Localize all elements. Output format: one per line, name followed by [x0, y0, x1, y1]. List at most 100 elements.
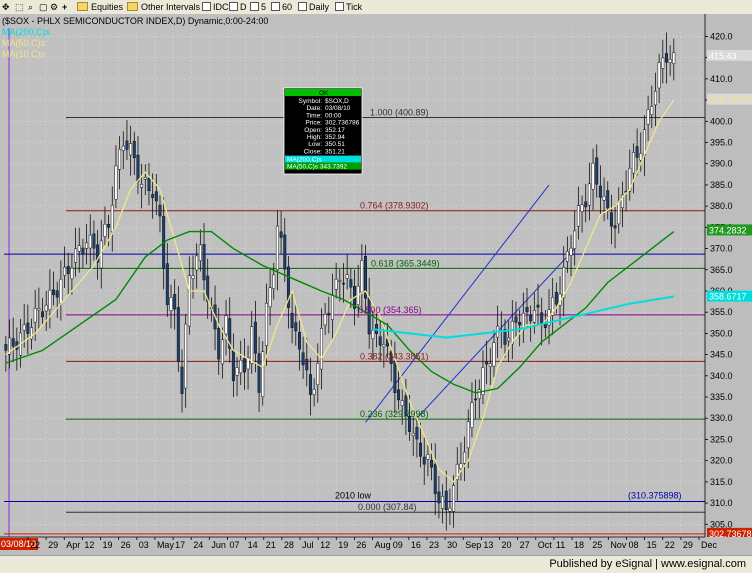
published-by-text: Published by eSignal | www.esignal.com	[549, 558, 746, 570]
candle-body	[382, 344, 386, 348]
candle-body	[217, 328, 221, 360]
candle-body	[66, 265, 70, 275]
interval-60[interactable]: 60	[271, 1, 292, 13]
date-axis: 03/08/1022 29 Apr 12 19 26 03 May 17 24 Jun 07 14 21 2…	[0, 536, 752, 555]
x-tick-label: 24	[193, 540, 203, 550]
interval-tick-label: Tick	[346, 2, 363, 12]
zoom-icon[interactable]: ⌕	[28, 1, 33, 13]
candle-body	[235, 367, 239, 376]
equities-folder[interactable]: Equities	[77, 1, 123, 13]
legend: MA(200,C)sMA(50,C)sMA(10,C)s	[2, 27, 51, 59]
y-tick-label: 335.0	[710, 392, 733, 402]
candle-body	[485, 361, 489, 365]
interval-d[interactable]: D	[229, 1, 247, 13]
candle-body	[426, 454, 430, 460]
interval-daily[interactable]: Daily	[298, 1, 329, 13]
fib-label: 0.382 (343.3851)	[360, 351, 429, 361]
candle-body	[63, 266, 67, 276]
y-tick-label: 305.0	[710, 519, 733, 529]
other-intervals-folder[interactable]: Other Intervals	[127, 1, 200, 13]
cursor-icon[interactable]: ⬚	[15, 1, 24, 13]
x-tick-label: 28	[284, 540, 294, 550]
candle-body	[672, 52, 676, 64]
level-label: 2010 low	[335, 490, 372, 500]
candle-body	[419, 442, 423, 457]
candle-body	[650, 106, 654, 116]
candle-body	[176, 307, 180, 362]
candle-body	[492, 342, 496, 367]
candle-body	[639, 153, 643, 161]
candle-body	[275, 225, 279, 271]
x-tick-label: Apr	[66, 540, 80, 550]
candle-body	[371, 329, 375, 339]
idc-toggle[interactable]: IDC	[202, 1, 229, 13]
candle-body	[242, 358, 246, 373]
candle-body	[121, 145, 125, 151]
interval-5[interactable]: 5	[250, 1, 266, 13]
equities-label: Equities	[91, 2, 124, 12]
crosshair-icon[interactable]: ✥	[2, 1, 10, 13]
candle-body	[330, 294, 334, 320]
candle-body	[349, 279, 353, 288]
candle-body	[613, 225, 617, 229]
candle-body	[184, 323, 188, 389]
price-chart[interactable]: 1.000 (400.89) 0.764 (378.9302) 0.618 (365…	[0, 14, 752, 555]
candle-body	[48, 289, 52, 310]
candle-body	[129, 143, 133, 156]
data-window-field: Symbol:	[299, 98, 323, 105]
data-window-ma-label: MA(200,C)s	[287, 157, 322, 164]
candle-body	[147, 177, 151, 192]
candle-body	[554, 292, 558, 305]
candle-body	[617, 201, 621, 225]
data-window[interactable]: OKSymbol: $SOX,DDate: 03/08/10Time: 00:00Pr…	[283, 87, 363, 175]
add-icon[interactable]: +	[62, 1, 67, 13]
x-tick-label: 20	[502, 540, 512, 550]
data-window-header-label: OK	[319, 90, 329, 97]
candle-body	[11, 338, 15, 347]
candle-body	[272, 274, 276, 290]
data-window-value: 351.21	[325, 148, 345, 155]
candle-body	[569, 247, 573, 256]
x-tick-label: 27	[520, 540, 530, 550]
candle-body	[195, 255, 199, 271]
data-window-value: 352.17	[325, 127, 345, 134]
data-window-field: High:	[307, 134, 322, 141]
fib-label: 0.764 (378.9302)	[360, 201, 429, 211]
candle-body	[521, 312, 525, 330]
legend-entry: MA(10,C)s	[2, 49, 46, 59]
checkbox-icon	[298, 2, 307, 11]
candle-body	[430, 460, 434, 468]
x-tick-label: Oct	[538, 540, 553, 550]
candle-body	[4, 344, 8, 351]
candle-body	[466, 421, 470, 449]
candle-body	[305, 358, 309, 371]
x-tick-label: May	[157, 540, 175, 550]
fib-label: 0.236 (329.7998)	[360, 409, 429, 419]
x-tick-label: 07	[229, 540, 239, 550]
candle-body	[114, 165, 118, 200]
data-window-field: Low:	[308, 141, 322, 148]
x-tick-label: 19	[338, 540, 348, 550]
candle-body	[132, 141, 136, 158]
candle-body	[342, 282, 345, 285]
y-tick-label: 355.0	[710, 307, 733, 317]
y-tick-label: 345.0	[710, 350, 733, 360]
x-tick-label: 03	[139, 540, 149, 550]
candle-body	[52, 289, 56, 296]
toolbar: ✥ ⬚ ⌕ ▢ ⚙ + Equities Other Intervals IDC…	[0, 0, 752, 15]
candle-body	[85, 242, 89, 249]
interval-tick[interactable]: Tick	[335, 1, 362, 13]
settings-icon[interactable]: ⚙	[50, 1, 58, 13]
candle-body	[103, 223, 107, 237]
data-window-field: Open:	[304, 127, 322, 134]
candle-body	[595, 157, 599, 185]
candle-body	[220, 339, 224, 365]
data-window-field: Price:	[305, 120, 322, 127]
candle-body	[415, 427, 419, 440]
interval-60-label: 60	[282, 2, 293, 12]
tools-icon[interactable]: ▢	[39, 1, 48, 13]
candle-body	[514, 316, 518, 323]
y-tick-label: 420.0	[710, 31, 733, 41]
candle-body	[125, 140, 129, 150]
y-tick-label: 365.0	[710, 265, 733, 275]
